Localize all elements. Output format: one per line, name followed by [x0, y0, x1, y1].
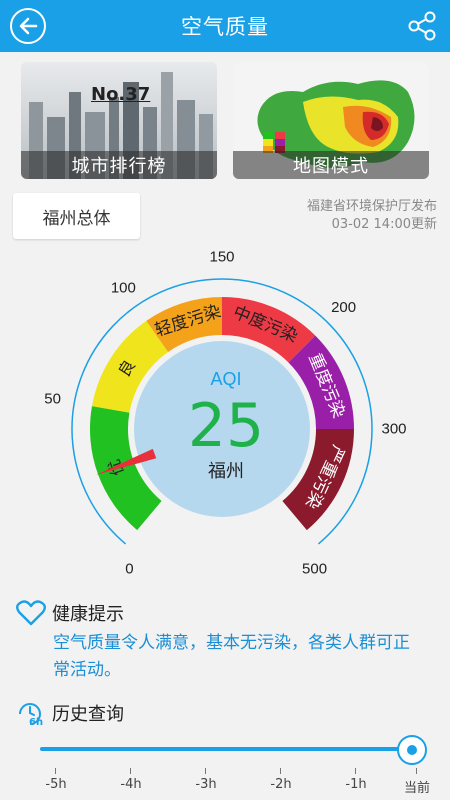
- history-slider-knob[interactable]: [397, 735, 427, 765]
- gauge-scale-label-200: 200: [331, 299, 356, 316]
- gauge-scale-label-150: 150: [209, 249, 234, 266]
- aqi-city: 福州: [208, 461, 244, 482]
- history-tick-label[interactable]: -1h: [345, 777, 366, 792]
- publisher-name: 福建省环境保护厅发布: [306, 199, 437, 214]
- history-tick: [130, 768, 131, 774]
- city-ranking-card[interactable]: No.37 城市排行榜: [21, 62, 217, 179]
- history-tick: [205, 768, 206, 774]
- history-tick: [355, 768, 356, 774]
- slider-knob-dot: [407, 745, 417, 755]
- gauge-scale-label-100: 100: [111, 280, 136, 297]
- history-icon-badge: 6h: [29, 717, 43, 726]
- history-title: 历史查询: [52, 704, 124, 725]
- aqi-gauge: AQI 25 福州 优良轻度污染中度污染重度污染严重污染 05010015020…: [44, 249, 406, 578]
- history-tick: [55, 768, 56, 774]
- gauge-scale-label-500: 500: [302, 560, 327, 577]
- history-tick-label[interactable]: 当前: [404, 777, 430, 796]
- city-ranking-caption: 城市排行榜: [21, 151, 217, 179]
- map-mode-card[interactable]: 地图模式: [233, 62, 429, 179]
- health-tip-text: 空气质量令人满意，基本无污染，各类人群可正常活动。: [53, 633, 410, 680]
- city-rank-number: No.37: [91, 84, 151, 105]
- gauge-scale-label-300: 300: [381, 421, 406, 438]
- history-tick-label[interactable]: -5h: [45, 777, 66, 792]
- heart-icon: [16, 600, 46, 626]
- back-button[interactable]: [10, 8, 46, 44]
- city-area-selector[interactable]: 福州总体: [13, 193, 140, 239]
- history-tick-label[interactable]: -3h: [195, 777, 216, 792]
- publisher-info: 福建省环境保护厅发布 03-02 14:00更新: [307, 198, 437, 234]
- map-mode-caption: 地图模式: [233, 151, 429, 179]
- health-tip-header: 健康提示: [16, 600, 124, 626]
- history-tick-label[interactable]: -2h: [270, 777, 291, 792]
- update-time: 03-02 14:00更新: [331, 217, 437, 232]
- history-tick: [416, 768, 417, 774]
- app-header: 空气质量: [0, 0, 450, 52]
- history-slider-track[interactable]: [40, 747, 412, 751]
- aqi-value: 25: [188, 391, 264, 461]
- aqi-label: AQI: [210, 369, 241, 389]
- history-clock-icon: 6h: [19, 703, 43, 726]
- page-title: 空气质量: [181, 15, 269, 39]
- history-tick: [280, 768, 281, 774]
- health-tip-title: 健康提示: [52, 604, 124, 625]
- share-icon: [408, 11, 436, 41]
- history-time-axis: -5h -4h -3h -2h -1h 当前: [0, 768, 450, 798]
- history-tick-label[interactable]: -4h: [120, 777, 141, 792]
- gauge-scale-label-50: 50: [44, 391, 61, 408]
- arrow-left-icon: [19, 17, 38, 35]
- share-button[interactable]: [404, 8, 440, 44]
- history-header: 6h 历史查询: [16, 700, 124, 726]
- gauge-scale-label-0: 0: [125, 560, 133, 577]
